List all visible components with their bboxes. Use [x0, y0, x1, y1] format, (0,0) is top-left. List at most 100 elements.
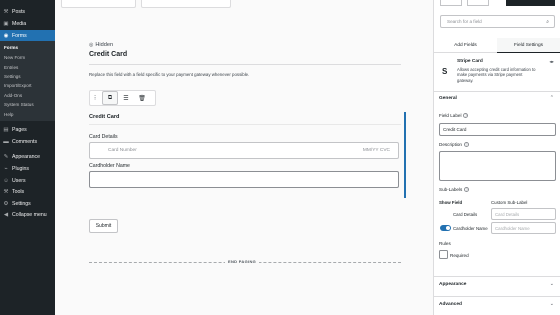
sublabel-cardholder-name-input[interactable]: Cardholder Name [491, 222, 556, 234]
sub-labels-text: Sub-Labels [439, 187, 463, 192]
credit-card-field[interactable]: Credit Card Card Details Card Number MM/… [89, 112, 406, 198]
page-title: Credit Card [89, 51, 128, 58]
rules-label: Rules [439, 241, 451, 246]
duplicate-icon[interactable]: ⧉ [102, 91, 118, 105]
help-icon[interactable]: ? [463, 113, 469, 119]
show-field-header: Show Field [439, 200, 463, 205]
appearance-section-title[interactable]: Appearance [439, 282, 466, 287]
plug-icon: ⌁ [4, 165, 8, 172]
brush-icon: ✎ [3, 153, 9, 160]
tab-add-fields[interactable]: Add Fields [434, 38, 497, 53]
tab-field-settings[interactable]: Field Settings [497, 38, 560, 53]
card-details-label: Card Details [89, 134, 118, 140]
required-checkbox[interactable] [439, 250, 448, 259]
field-toolbar: ⠇ ⧉ ☰ 🗑 [89, 90, 156, 106]
trash-icon[interactable]: 🗑 [134, 91, 150, 105]
custom-sub-label-header: Custom Sub-Label [491, 200, 528, 205]
menu-label: Pages [12, 126, 27, 133]
menu-tools[interactable]: ⚒ Tools [0, 186, 55, 197]
top-toolbar-center[interactable] [141, 0, 231, 8]
menu-media[interactable]: ▣ Media [0, 18, 55, 29]
sublabel-card-details: Card Details [453, 212, 478, 217]
menu-appearance[interactable]: ✎ Appearance [0, 151, 55, 162]
field-label-input[interactable]: Credit Card [439, 123, 556, 136]
collapse-icon: ◀ [3, 211, 9, 218]
stripe-logo-icon: S [442, 67, 448, 76]
end-paging-label: END PAGING [225, 259, 260, 264]
menu-settings[interactable]: ⚙ Settings [0, 198, 55, 209]
help-icon[interactable]: ? [464, 187, 470, 193]
card-details-input[interactable]: Card Number MM/YY CVC [89, 142, 399, 159]
card-number-placeholder: Card Number [108, 148, 137, 153]
submenu-import-export[interactable]: Import/Export [4, 83, 32, 88]
submenu-settings[interactable]: Settings [4, 74, 21, 79]
menu-label: Settings [12, 200, 31, 207]
cardholder-name-input[interactable] [89, 171, 399, 188]
chevron-down-icon[interactable]: ⌄ [550, 281, 554, 287]
field-label-text: Field Label [439, 113, 462, 118]
description-textarea[interactable] [439, 151, 556, 181]
sub-labels-label: Sub-Labels? [439, 187, 470, 193]
field-title: Credit Card [89, 114, 120, 120]
advanced-section-title[interactable]: Advanced [439, 302, 462, 307]
field-settings-panel: Search for a field ⌕ Add Fields Field Se… [433, 0, 560, 315]
search-placeholder: Search for a field [447, 19, 482, 24]
menu-posts[interactable]: ⚒ Posts [0, 6, 55, 17]
forms-submenu: Forms New Form Entries Settings Import/E… [0, 41, 55, 121]
panel-primary-button[interactable] [506, 0, 555, 6]
form-editor-canvas: ◎ Hidden Credit Card Replace this field … [55, 0, 433, 315]
required-label: Required [450, 253, 469, 258]
menu-users[interactable]: ☺ Users [0, 175, 55, 186]
submit-button[interactable]: Submit [89, 219, 118, 233]
user-icon: ☺ [3, 177, 9, 184]
menu-label: Media [12, 20, 27, 27]
menu-label: Plugins [12, 165, 30, 172]
divider [434, 276, 560, 277]
settings-icon: ⚙ [3, 200, 9, 207]
menu-forms[interactable]: ◉ Forms [0, 30, 55, 41]
menu-comments[interactable]: ▬ Comments [0, 136, 55, 147]
field-description: Replace this field with a field specific… [89, 72, 250, 77]
stripe-card-title: Stripe Card [457, 59, 483, 64]
sublabel-cardholder-name: Cardholder Name [453, 226, 488, 231]
sublabel-card-details-input[interactable]: Card Details [491, 208, 556, 220]
menu-plugins[interactable]: ⌁ Plugins [0, 163, 55, 174]
general-section-title[interactable]: General [439, 96, 457, 101]
submenu-new-form[interactable]: New Form [4, 55, 25, 60]
menu-label: Tools [12, 188, 25, 195]
comment-icon: ▬ [3, 138, 9, 145]
wrench-icon: ⚒ [3, 188, 9, 195]
cardholder-name-toggle[interactable] [440, 225, 451, 231]
hidden-text: Hidden [95, 42, 114, 48]
submenu-system-status[interactable]: System Status [4, 102, 34, 107]
field-search-input[interactable]: Search for a field ⌕ [440, 15, 555, 28]
menu-pages[interactable]: ▤ Pages [0, 124, 55, 135]
field-type-switch-icon[interactable]: ◂▸ [549, 59, 554, 65]
field-label-label: Field Label? [439, 113, 469, 119]
chevron-up-icon[interactable]: ⌃ [550, 95, 554, 101]
chevron-down-icon[interactable]: ⌄ [550, 301, 554, 307]
submenu-help[interactable]: Help [4, 112, 13, 117]
help-icon[interactable]: ? [463, 142, 469, 148]
menu-label: Forms [12, 32, 27, 39]
drag-handle-icon[interactable]: ⠇ [90, 91, 102, 105]
panel-top-button[interactable] [440, 0, 462, 6]
submenu-entries[interactable]: Entries [4, 65, 18, 70]
submenu-forms[interactable]: Forms [4, 45, 18, 50]
cardholder-name-label: Cardholder Name [89, 163, 130, 169]
settings-sliders-icon[interactable]: ☰ [118, 91, 134, 105]
top-toolbar-left[interactable] [61, 0, 136, 8]
forms-icon: ◉ [3, 32, 9, 39]
pin-icon: ⚒ [3, 8, 9, 15]
collapse-menu-button[interactable]: ◀ Collapse menu [0, 209, 55, 220]
stripe-card-description: Allows accepting credit card information… [457, 67, 536, 83]
search-icon: ⌕ [546, 19, 549, 25]
submenu-add-ons[interactable]: Add-Ons [4, 93, 22, 98]
media-icon: ▣ [3, 20, 9, 27]
page-icon: ▤ [3, 126, 9, 133]
menu-label: Appearance [12, 153, 40, 160]
menu-label: Posts [12, 8, 25, 15]
panel-top-button[interactable] [467, 0, 489, 6]
divider [89, 124, 401, 125]
hidden-indicator: ◎ Hidden [89, 42, 113, 48]
